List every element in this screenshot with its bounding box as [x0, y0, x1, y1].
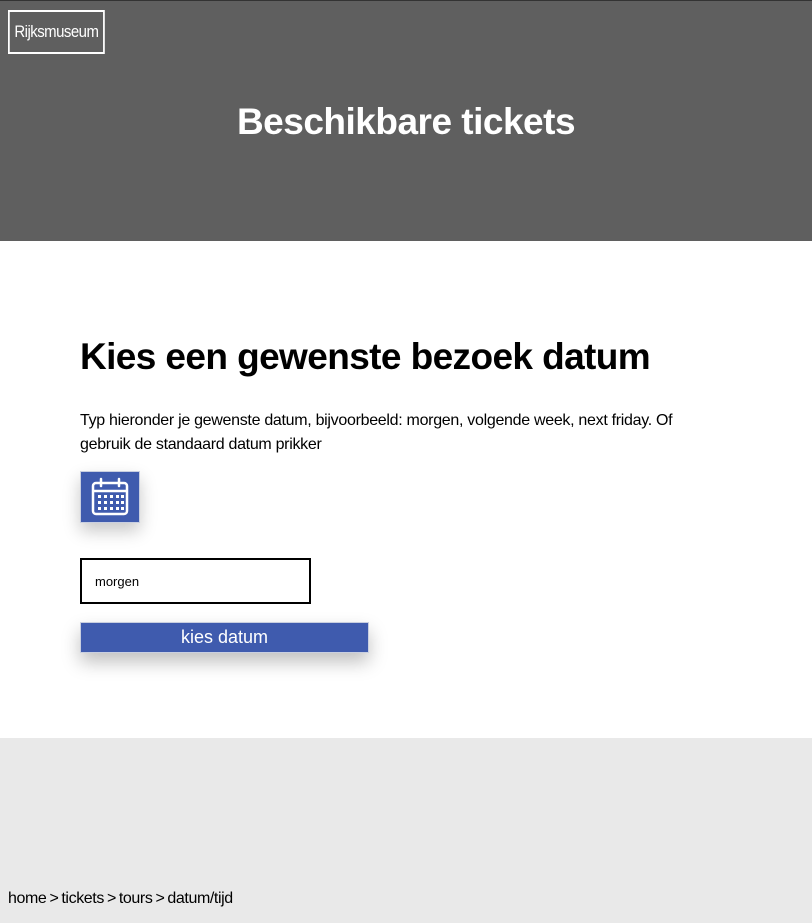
breadcrumb-tours[interactable]: tours [119, 890, 153, 907]
choose-date-button[interactable]: kies datum [80, 622, 369, 653]
breadcrumb-separator: > [49, 890, 59, 907]
breadcrumb-separator: > [106, 890, 116, 907]
breadcrumb-home[interactable]: home [8, 890, 47, 907]
breadcrumb-tickets[interactable]: tickets [61, 890, 104, 907]
breadcrumb-separator: > [155, 890, 165, 907]
date-selection-section: Kies een gewenste bezoek datum Typ hiero… [80, 335, 730, 653]
breadcrumb: home > tickets > tours > datum/tijd [8, 890, 233, 908]
page-title: Beschikbare tickets [236, 101, 576, 142]
date-picker-button[interactable] [80, 471, 140, 523]
date-input[interactable] [80, 558, 311, 604]
hero-header: Rijksmuseum Beschikbare tickets [0, 0, 812, 241]
rijksmuseum-logo-link[interactable]: Rijksmuseum [8, 10, 105, 54]
breadcrumb-current: datum/tijd [167, 890, 233, 907]
instruction-text: Typ hieronder je gewenste datum, bijvoor… [80, 412, 673, 453]
footer: home > tickets > tours > datum/tijd [0, 738, 812, 923]
calendar-icon [91, 477, 129, 516]
section-heading: Kies een gewenste bezoek datum [80, 336, 651, 377]
